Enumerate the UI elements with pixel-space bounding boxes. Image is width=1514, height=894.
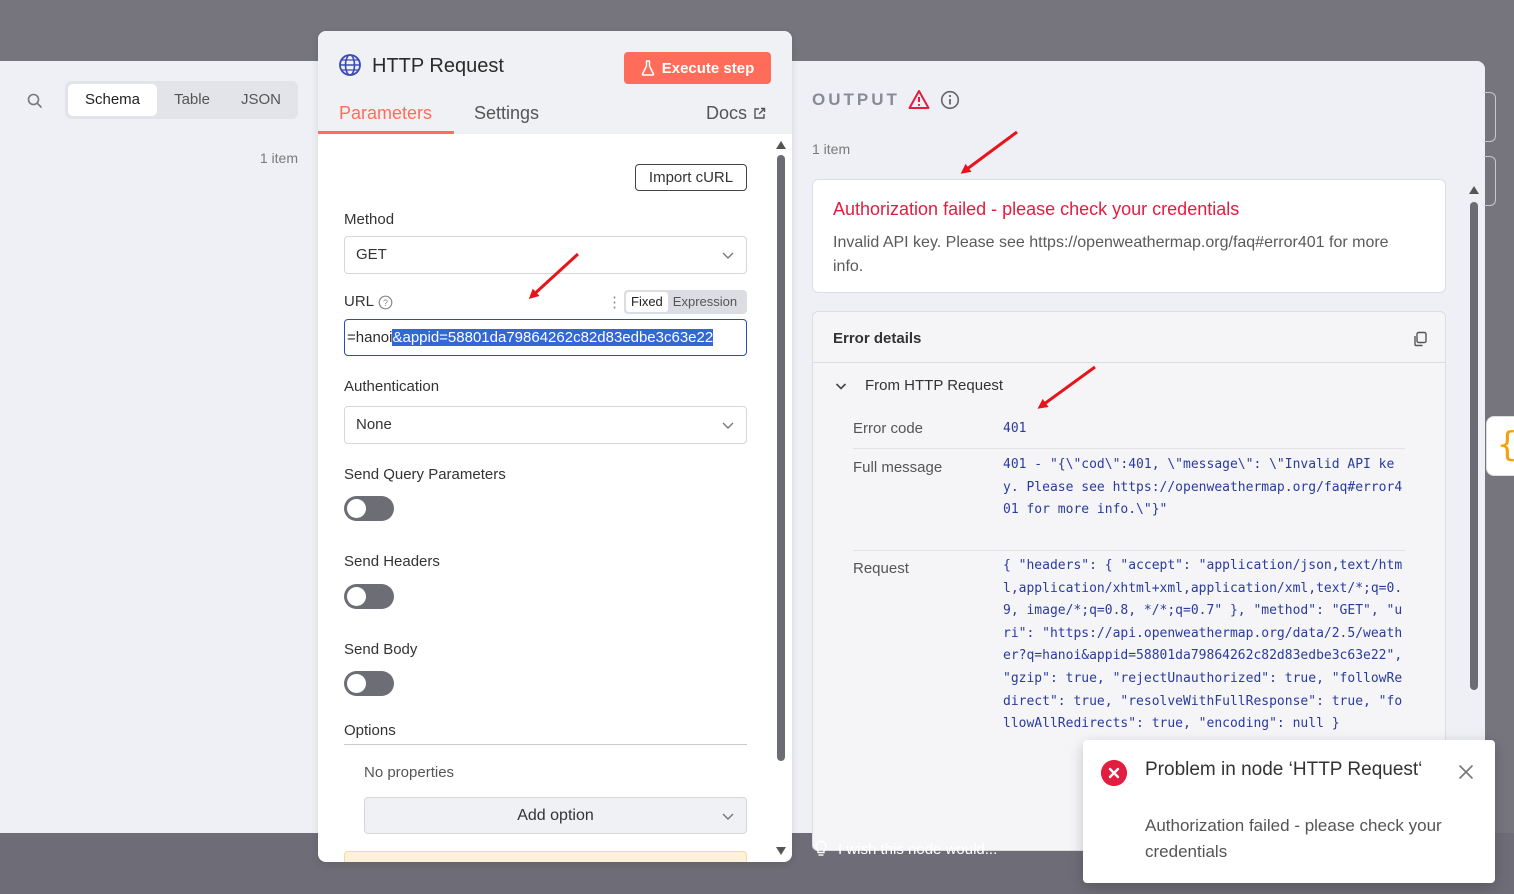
lightbulb-icon — [815, 840, 827, 856]
error-title: Authorization failed - please check your… — [833, 199, 1240, 219]
expression-panel-tab[interactable]: { — [1486, 416, 1514, 476]
chevron-down-icon — [835, 382, 847, 390]
options-label: Options — [344, 722, 396, 739]
error-summary-card: Authorization failed - please check your… — [812, 179, 1446, 293]
error-code-value: 401 — [1003, 421, 1027, 436]
url-input[interactable]: =hanoi&appid=58801da79864262c82d83edbe3c… — [344, 319, 747, 356]
globe-icon — [339, 54, 361, 76]
error-description: Invalid API key. Please see https://open… — [833, 234, 1389, 275]
add-option-button[interactable]: Add option — [364, 797, 747, 834]
error-details-header: Error details — [813, 312, 1445, 363]
feedback-text: I wish this node would... — [838, 840, 998, 858]
flask-icon — [641, 60, 655, 76]
view-table-tab[interactable]: Table — [157, 84, 227, 116]
scrollbar-thumb[interactable] — [1470, 202, 1478, 690]
url-value-selected: &appid=58801da79864262c82d83edbe3c63e22 — [392, 329, 714, 346]
add-option-label: Add option — [517, 807, 594, 824]
from-node-label: From HTTP Request — [865, 377, 1004, 394]
toggle-knob — [347, 499, 366, 518]
toggle-knob — [347, 674, 366, 693]
close-icon[interactable] — [1458, 764, 1474, 780]
execute-step-label: Execute step — [661, 59, 755, 77]
method-select[interactable]: GET — [344, 236, 747, 274]
output-item-count: 1 item — [812, 141, 851, 157]
info-icon[interactable] — [940, 90, 960, 110]
row-divider — [853, 550, 1405, 551]
input-item-count: 1 item — [259, 150, 298, 166]
tab-settings[interactable]: Settings — [474, 103, 539, 124]
request-key: Request — [853, 560, 909, 577]
tab-parameters[interactable]: Parameters — [339, 103, 432, 124]
from-node-section[interactable]: From HTTP Request — [835, 377, 1003, 394]
full-message-key: Full message — [853, 459, 943, 476]
method-value: GET — [356, 246, 387, 263]
error-code-key: Error code — [853, 420, 924, 437]
url-mode-toggle: Fixed Expression — [624, 290, 747, 314]
docs-label: Docs — [706, 103, 748, 123]
node-parameters-panel: HTTP Request Execute step Parameters Set… — [318, 31, 792, 862]
tab-docs[interactable]: Docs — [706, 103, 766, 124]
canvas-control[interactable] — [1484, 156, 1496, 206]
request-value: { "headers": { "accept": "application/js… — [1003, 558, 1410, 732]
scroll-up-arrow[interactable] — [1469, 186, 1479, 194]
send-query-toggle[interactable] — [344, 496, 394, 521]
toggle-knob — [347, 587, 366, 606]
more-options-icon[interactable]: ⋮ — [607, 293, 622, 311]
toast-title: Problem in node ‘HTTP Request‘ — [1145, 759, 1423, 780]
canvas-control[interactable] — [1484, 92, 1496, 142]
mode-expression-button[interactable]: Expression — [668, 292, 742, 312]
send-headers-label: Send Headers — [344, 553, 440, 570]
authentication-select[interactable]: None — [344, 406, 747, 444]
parameters-scrollbar[interactable] — [776, 141, 788, 861]
options-divider — [344, 744, 747, 745]
full-message-value: 401 - "{\"cod\":401, \"message\": \"Inva… — [1003, 457, 1403, 518]
send-body-toggle[interactable] — [344, 671, 394, 696]
view-json-tab[interactable]: JSON — [227, 84, 295, 116]
search-icon[interactable] — [26, 92, 44, 110]
toast-message: Authorization failed - please check your… — [1145, 816, 1442, 861]
output-scrollbar[interactable] — [1466, 180, 1484, 832]
send-body-label: Send Body — [344, 641, 418, 658]
scrollbar-thumb[interactable] — [777, 155, 785, 761]
curly-brace-icon: { — [1497, 425, 1514, 465]
no-properties-text: No properties — [364, 764, 455, 781]
node-header: HTTP Request Execute step Parameters Set… — [318, 31, 792, 134]
scroll-up-arrow[interactable] — [776, 141, 786, 149]
input-view-toggle: Schema Table JSON — [65, 81, 298, 119]
url-label: URL — [344, 293, 375, 310]
copy-icon[interactable] — [1412, 331, 1428, 347]
chevron-down-icon — [722, 422, 734, 429]
send-query-label: Send Query Parameters — [344, 466, 506, 483]
external-link-icon — [754, 107, 766, 119]
send-headers-toggle[interactable] — [344, 584, 394, 609]
error-icon — [1101, 760, 1127, 786]
svg-text:?: ? — [383, 298, 388, 308]
authentication-label: Authentication — [344, 378, 440, 395]
warning-icon — [908, 90, 930, 109]
error-toast: Problem in node ‘HTTP Request‘ Authoriza… — [1083, 740, 1495, 883]
url-value-prefix: =hanoi — [347, 329, 393, 346]
import-curl-button[interactable]: Import cURL — [635, 164, 747, 191]
output-label: OUTPUT — [812, 90, 900, 109]
scroll-down-arrow[interactable] — [776, 847, 786, 855]
chevron-down-icon — [722, 813, 734, 820]
feedback-link[interactable]: I wish this node would... — [814, 840, 997, 858]
node-title: HTTP Request — [372, 55, 504, 77]
method-label: Method — [344, 211, 395, 228]
notice-box — [344, 851, 747, 862]
help-icon[interactable]: ? — [378, 295, 393, 310]
active-tab-underline — [318, 131, 454, 134]
authentication-value: None — [356, 416, 392, 433]
mode-fixed-button[interactable]: Fixed — [626, 292, 668, 312]
execute-step-button[interactable]: Execute step — [624, 52, 771, 84]
view-schema-tab[interactable]: Schema — [68, 84, 157, 116]
chevron-down-icon — [722, 252, 734, 259]
row-divider — [853, 448, 1405, 449]
error-details-title: Error details — [833, 330, 922, 347]
